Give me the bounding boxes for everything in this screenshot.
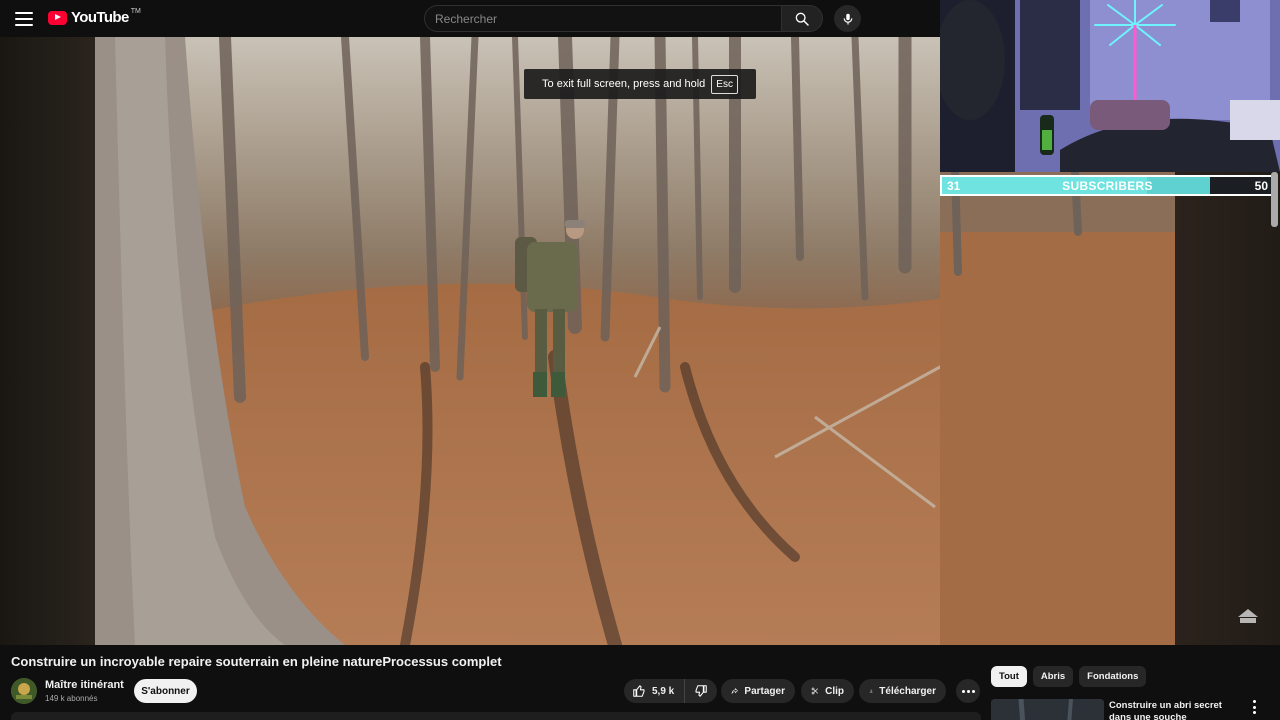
youtube-logo[interactable]: YouTube TM (48, 8, 141, 26)
page-scrollbar[interactable] (1271, 172, 1278, 227)
more-actions-button[interactable] (956, 679, 980, 703)
subscriber-goal-target: 50 (1254, 178, 1268, 193)
recommended-video-title[interactable]: Construire un abri secret dans une souch… (1109, 700, 1244, 720)
forest-scene-right-image (940, 172, 1175, 645)
video-player[interactable]: To exit full screen, press and hold Esc (0, 37, 940, 645)
subscribe-button[interactable]: S'abonner (134, 679, 197, 703)
subscriber-goal-bar: 31 SUBSCRIBERS 50 (940, 175, 1274, 196)
chip-abris[interactable]: Abris (1032, 666, 1074, 687)
logo-trademark: TM (130, 8, 141, 15)
chip-fondations[interactable]: Fondations (1079, 666, 1147, 687)
search-button[interactable] (781, 5, 823, 32)
like-dislike-group: 5,9 k (624, 679, 717, 703)
logo-text: YouTube (71, 9, 129, 26)
subscriber-goal-label: SUBSCRIBERS (1062, 178, 1153, 193)
scissors-icon (811, 687, 818, 695)
youtube-play-icon (48, 10, 67, 25)
channel-subscriber-count: 149 k abonnés (45, 694, 98, 703)
chip-tout[interactable]: Tout (991, 666, 1027, 687)
subscriber-goal-current: 31 (947, 178, 961, 193)
more-dots-icon (961, 689, 965, 693)
related-filter-chips: Tout Abris Fondations (991, 666, 1147, 687)
download-icon (869, 689, 873, 693)
video-frame (95, 37, 940, 645)
search-icon (795, 12, 809, 26)
youtube-watch-page: YouTube TM Rechercher To exit full scree… (0, 0, 1280, 720)
thumbs-up-icon (633, 685, 645, 697)
clip-label: Clip (825, 685, 844, 697)
recommended-video-thumbnail[interactable] (991, 699, 1104, 720)
ambient-backdrop-left (0, 37, 95, 645)
esc-key-hint: Esc (711, 74, 738, 94)
recommended-thumbnail-image (991, 699, 1104, 720)
thumbs-down-icon (695, 685, 707, 697)
forest-scene-image (95, 37, 940, 645)
clip-button[interactable]: Clip (801, 679, 854, 703)
fullscreen-exit-toast: To exit full screen, press and hold Esc (524, 69, 756, 99)
share-button[interactable]: Partager (721, 679, 795, 703)
channel-watermark-icon (1238, 609, 1258, 623)
channel-name[interactable]: Maître itinérant (45, 679, 124, 691)
microphone-icon (843, 13, 852, 25)
description-box-edge[interactable] (11, 712, 981, 720)
hamburger-menu-icon[interactable] (12, 8, 36, 30)
streamer-webcam (940, 0, 1280, 172)
download-button[interactable]: Télécharger (859, 679, 946, 703)
channel-avatar-image (11, 678, 37, 704)
fullscreen-toast-text: To exit full screen, press and hold (542, 78, 706, 90)
dislike-button[interactable] (685, 679, 717, 703)
channel-avatar[interactable] (11, 678, 37, 704)
like-button[interactable]: 5,9 k (624, 679, 685, 703)
like-count: 5,9 k (652, 685, 675, 697)
search-box (424, 5, 782, 32)
download-label: Télécharger (879, 685, 936, 697)
voice-search-button[interactable] (834, 5, 861, 32)
search-input[interactable] (435, 11, 781, 26)
share-arrow-icon (731, 688, 738, 694)
recommended-more-icon[interactable] (1249, 700, 1259, 714)
masthead: YouTube TM (0, 0, 940, 37)
video-frame-right-edge (940, 172, 1175, 645)
share-label: Partager (744, 685, 785, 697)
webcam-room-image (940, 0, 1280, 172)
video-title: Construire un incroyable repaire souterr… (11, 654, 502, 669)
